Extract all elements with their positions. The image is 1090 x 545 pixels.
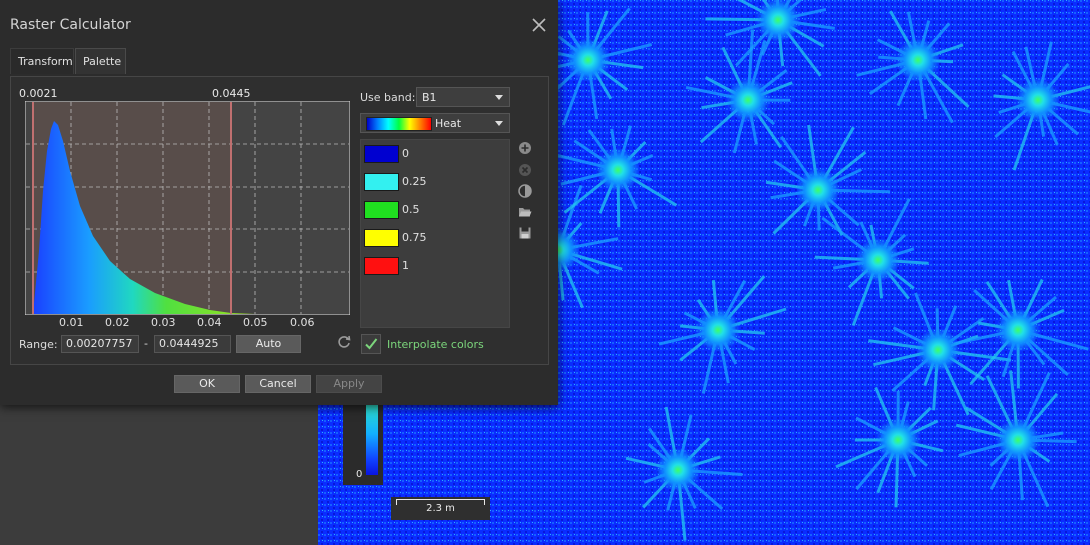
legend-min-label: 0 <box>356 469 363 480</box>
x-tick-label: 0.03 <box>151 316 176 329</box>
x-tick-label: 0.04 <box>197 316 222 329</box>
color-stop-value: 0.5 <box>402 203 420 216</box>
cancel-button[interactable]: Cancel <box>245 375 311 393</box>
ok-button[interactable]: OK <box>174 375 240 393</box>
close-icon[interactable] <box>530 16 548 34</box>
tab-palette[interactable]: Palette <box>75 48 126 74</box>
interpolate-colors-label: Interpolate colors <box>387 338 484 351</box>
x-tick-label: 0.06 <box>290 316 315 329</box>
dropdown-caret-icon <box>495 95 503 100</box>
color-stop-item[interactable]: 0.75 <box>364 229 504 247</box>
refresh-icon[interactable] <box>336 334 352 350</box>
use-band-select[interactable]: B1 <box>416 87 510 107</box>
histogram-chart[interactable] <box>25 101 350 315</box>
interpolate-colors-checkbox[interactable] <box>361 334 381 354</box>
x-tick-label: 0.02 <box>105 316 130 329</box>
color-stop-item[interactable]: 0.5 <box>364 201 504 219</box>
scale-bar: 2.3 m <box>391 497 490 520</box>
histogram-min-marker-label: 0.0021 <box>19 87 58 100</box>
add-icon[interactable] <box>518 141 532 155</box>
range-separator: - <box>144 337 148 350</box>
remove-icon[interactable] <box>518 163 532 177</box>
checkmark-icon <box>365 338 378 350</box>
palette-gradient-preview <box>366 117 432 131</box>
color-legend: 0 <box>343 400 383 485</box>
color-stop-swatch[interactable] <box>364 173 399 191</box>
palette-select[interactable]: Heat <box>360 113 510 133</box>
auto-button[interactable]: Auto <box>236 335 301 353</box>
color-stop-item[interactable]: 1 <box>364 257 504 275</box>
scale-label: 2.3 m <box>426 503 455 514</box>
color-stop-swatch[interactable] <box>364 145 399 163</box>
color-stop-swatch[interactable] <box>364 201 399 219</box>
color-stop-value: 0.75 <box>402 231 427 244</box>
range-max-input[interactable]: 0.0444925 <box>154 335 231 353</box>
scale-line <box>396 499 485 500</box>
range-min-input[interactable]: 0.00207757 <box>61 335 139 353</box>
use-band-label: Use band: <box>360 91 416 104</box>
color-stop-swatch[interactable] <box>364 257 399 275</box>
color-stop-value: 1 <box>402 259 409 272</box>
x-tick-label: 0.05 <box>243 316 268 329</box>
invert-icon[interactable] <box>518 184 532 198</box>
range-label: Range: <box>19 338 58 351</box>
histogram-max-marker-label: 0.0445 <box>212 87 251 100</box>
dialog-title: Raster Calculator <box>10 17 131 33</box>
legend-gradient <box>366 400 378 475</box>
color-stop-item[interactable]: 0.25 <box>364 173 504 191</box>
palette-name: Heat <box>435 117 462 130</box>
color-stop-value: 0.25 <box>402 175 427 188</box>
color-stop-value: 0 <box>402 147 409 160</box>
open-folder-icon[interactable] <box>518 205 532 219</box>
use-band-value: B1 <box>422 91 437 104</box>
tab-transform[interactable]: Transform <box>10 48 74 74</box>
color-stops-list[interactable]: 0 0.25 0.5 0.75 1 <box>360 139 510 328</box>
save-icon[interactable] <box>518 226 532 240</box>
color-stop-item[interactable]: 0 <box>364 145 504 163</box>
dropdown-caret-icon <box>495 121 503 126</box>
apply-button[interactable]: Apply <box>316 375 382 393</box>
x-tick-label: 0.01 <box>59 316 84 329</box>
raster-calculator-dialog: Raster Calculator Transform Palette 0.00… <box>0 0 558 405</box>
color-stop-swatch[interactable] <box>364 229 399 247</box>
